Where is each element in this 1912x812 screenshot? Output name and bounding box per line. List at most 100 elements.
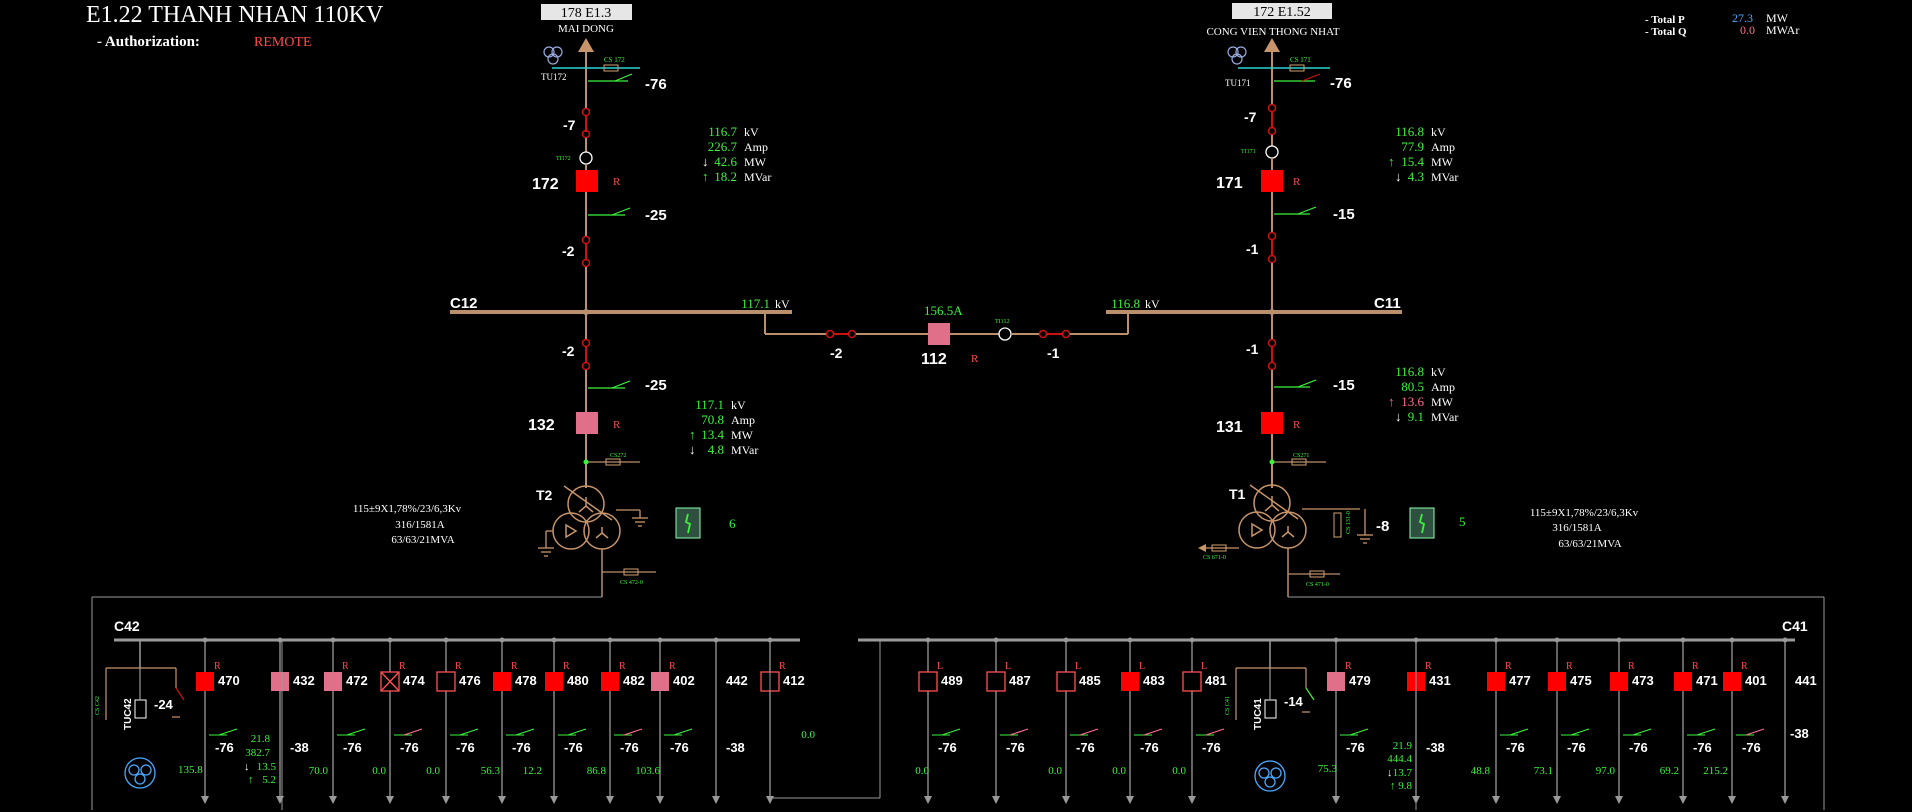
earth-switch-131-15-blade[interactable] bbox=[1297, 379, 1317, 388]
breaker-475[interactable] bbox=[1548, 672, 1566, 691]
c41-feeder-481-earth-blade[interactable] bbox=[1205, 728, 1225, 736]
breaker-476[interactable] bbox=[436, 671, 456, 692]
c41-feeder-441-ds-label: -38 bbox=[1790, 726, 1809, 741]
c41-feeder-483-earth-blade[interactable] bbox=[1143, 728, 1163, 736]
disconnector-112-1-label: -1 bbox=[1047, 345, 1060, 361]
c42-feeder-474-earth-blade[interactable] bbox=[403, 728, 423, 736]
disconnector-172-2-bottom[interactable] bbox=[581, 258, 591, 268]
cs472-label: CS 472-0 bbox=[620, 580, 643, 586]
breaker-485-mode: L bbox=[1075, 661, 1081, 672]
ti112-icon[interactable] bbox=[998, 327, 1012, 341]
breaker-171[interactable] bbox=[1261, 170, 1283, 192]
breaker-487[interactable] bbox=[986, 671, 1006, 692]
tuc41-fuse-icon[interactable] bbox=[1264, 699, 1277, 719]
breaker-479-mode: R bbox=[1345, 661, 1352, 672]
breaker-472[interactable] bbox=[324, 672, 342, 691]
busbar-c12-kv: 117.1 bbox=[741, 296, 770, 311]
c42-feeder-480-earth-blade[interactable] bbox=[567, 728, 587, 736]
disconnector-131-1-bottom[interactable] bbox=[1267, 361, 1277, 371]
breaker-132-mode: R bbox=[613, 419, 621, 431]
c42-feeder-402-earth-blade[interactable] bbox=[673, 728, 693, 736]
c41-feeder-485-earth-blade[interactable] bbox=[1079, 728, 1099, 736]
breaker-475-mode: R bbox=[1566, 661, 1573, 672]
ti171-icon[interactable] bbox=[1265, 145, 1279, 159]
ti172-icon[interactable] bbox=[579, 151, 593, 165]
meas-172-mvar: 18.2 bbox=[714, 169, 737, 184]
disconnector-132-2-top[interactable] bbox=[581, 338, 591, 348]
c41-feeder-471-arrow-icon bbox=[1679, 796, 1687, 804]
disconnector-172-7-top[interactable] bbox=[581, 107, 591, 117]
tu171-icon[interactable] bbox=[1227, 46, 1247, 65]
transformer-t1-spec-3: 63/63/21MVA bbox=[1558, 538, 1621, 550]
authorization-value[interactable]: REMOTE bbox=[254, 35, 312, 50]
disconnector-131-1-top[interactable] bbox=[1267, 338, 1277, 348]
breaker-401[interactable] bbox=[1723, 672, 1741, 691]
breaker-172[interactable] bbox=[576, 170, 598, 192]
disconnector-112-1-left[interactable] bbox=[1038, 329, 1048, 339]
disconnector-171-1-top[interactable] bbox=[1267, 231, 1277, 241]
c41-feeder-471-node bbox=[1680, 637, 1686, 643]
breaker-470[interactable] bbox=[196, 672, 214, 691]
meas-171-mw-arrow-up-icon: ↑ bbox=[1388, 154, 1395, 169]
disconnector-171-7-top[interactable] bbox=[1267, 103, 1277, 113]
disconnector-171-7-bottom[interactable] bbox=[1267, 126, 1277, 136]
c42-feeder-472-earth-blade[interactable] bbox=[346, 728, 366, 736]
breaker-481[interactable] bbox=[1182, 671, 1202, 692]
cs671-label: CS 671-0 bbox=[1203, 555, 1226, 561]
c41-feeder-471-earth-blade[interactable] bbox=[1696, 728, 1716, 736]
c42-feeder-478-node bbox=[499, 637, 505, 643]
tu172-icon[interactable] bbox=[543, 46, 563, 65]
tuc41-transformer-icon[interactable] bbox=[1254, 760, 1286, 792]
breaker-132[interactable] bbox=[576, 412, 598, 434]
c41-feeder-475-earth-blade[interactable] bbox=[1570, 728, 1590, 736]
c41-feeder-401-earth-blade[interactable] bbox=[1745, 728, 1765, 736]
breaker-402[interactable] bbox=[651, 672, 669, 691]
breaker-482[interactable] bbox=[601, 672, 619, 691]
earth-switch-172-25-blade[interactable] bbox=[611, 207, 631, 216]
tuc41-ground-blade[interactable] bbox=[1305, 687, 1315, 701]
breaker-485[interactable] bbox=[1056, 671, 1076, 692]
cs131-0-fuse-icon[interactable] bbox=[1333, 512, 1342, 538]
breaker-473[interactable] bbox=[1610, 672, 1628, 691]
c41-feeder-473-earth-blade[interactable] bbox=[1632, 728, 1652, 736]
breaker-432[interactable] bbox=[271, 672, 289, 691]
c42-feeder-482-earth-blade[interactable] bbox=[623, 728, 643, 736]
earth-switch-132-25-blade[interactable] bbox=[611, 380, 631, 389]
breaker-131[interactable] bbox=[1261, 412, 1283, 434]
earth-switch-171-76-blade[interactable] bbox=[1301, 73, 1321, 82]
breaker-478[interactable] bbox=[493, 672, 511, 691]
breaker-171-label: 171 bbox=[1216, 175, 1243, 192]
c41-feeder-489-earth-blade[interactable] bbox=[941, 728, 961, 736]
tuc42-ground-blade[interactable] bbox=[175, 687, 185, 701]
breaker-479[interactable] bbox=[1327, 672, 1345, 691]
disconnector-132-2-bottom[interactable] bbox=[581, 361, 591, 371]
c42-feeder-470-earth-blade[interactable] bbox=[218, 728, 238, 736]
breaker-489[interactable] bbox=[918, 671, 938, 692]
earth-switch-171-15-blade[interactable] bbox=[1297, 206, 1317, 215]
disconnector-112-1-right[interactable] bbox=[1061, 329, 1071, 339]
c41-feeder-479-earth-blade[interactable] bbox=[1349, 728, 1369, 736]
transformer-t2-icon[interactable] bbox=[552, 485, 621, 550]
breaker-483[interactable] bbox=[1121, 672, 1139, 691]
c42-feeder-482-node bbox=[607, 637, 613, 643]
tuc42-fuse-icon[interactable] bbox=[134, 699, 147, 719]
meas-172-amp-unit: Amp bbox=[744, 140, 768, 154]
breaker-480[interactable] bbox=[545, 672, 563, 691]
disconnector-112-2-right[interactable] bbox=[847, 329, 857, 339]
tuc42-transformer-icon[interactable] bbox=[124, 757, 156, 789]
c42-feeder-478-earth-blade[interactable] bbox=[515, 728, 535, 736]
disconnector-112-2-left[interactable] bbox=[825, 329, 835, 339]
breaker-477[interactable] bbox=[1487, 672, 1505, 691]
c41-feeder-477-earth-blade[interactable] bbox=[1509, 728, 1529, 736]
earth-switch-172-76-blade[interactable] bbox=[614, 73, 633, 82]
c42-feeder-476-earth-blade[interactable] bbox=[459, 728, 479, 736]
transformer-t1-icon[interactable] bbox=[1238, 484, 1307, 549]
breaker-485-label: 485 bbox=[1079, 673, 1101, 688]
breaker-471[interactable] bbox=[1674, 672, 1692, 691]
c42-feeder-470-value: 21.8 bbox=[251, 733, 271, 745]
c41-feeder-group: 489L-760.0487L-76485L-760.0483L-760.0481… bbox=[915, 637, 1817, 804]
breaker-112[interactable] bbox=[928, 323, 950, 345]
disconnector-171-1-bottom[interactable] bbox=[1267, 254, 1277, 264]
disconnector-172-2-top[interactable] bbox=[581, 235, 591, 245]
c41-feeder-487-earth-blade[interactable] bbox=[1009, 728, 1029, 736]
